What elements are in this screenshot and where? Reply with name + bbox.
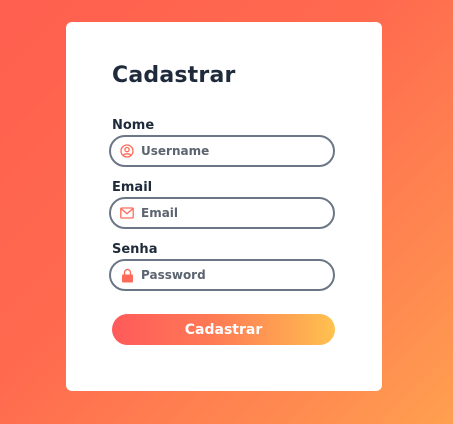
email-field[interactable] [109, 197, 335, 229]
user-circle-icon [119, 143, 135, 159]
username-field[interactable] [109, 135, 335, 167]
username-input[interactable] [141, 144, 321, 158]
email-label: Email [112, 180, 153, 195]
password-field[interactable] [109, 259, 335, 291]
submit-button[interactable]: Cadastrar [112, 314, 335, 345]
password-input[interactable] [141, 268, 321, 282]
signup-card: Cadastrar Nome Email Senha [66, 22, 382, 391]
lock-icon [119, 267, 135, 283]
email-input[interactable] [141, 206, 321, 220]
form-title: Cadastrar [112, 63, 236, 88]
name-label: Nome [112, 118, 155, 133]
envelope-icon [119, 205, 135, 221]
password-label: Senha [112, 242, 158, 257]
